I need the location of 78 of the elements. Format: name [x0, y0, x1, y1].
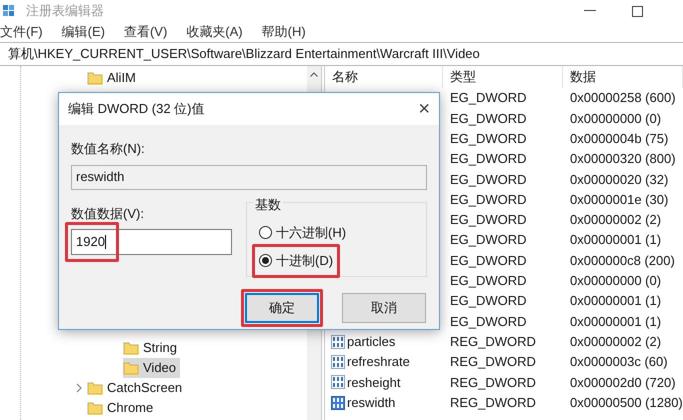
value-data: 0x00000002 (2): [570, 334, 662, 349]
value-data: 0x00000000 (0): [570, 110, 662, 126]
tree-item[interactable]: String: [123, 338, 181, 358]
radio-button[interactable]: [259, 226, 272, 239]
value-name-field[interactable]: reswidth: [71, 164, 427, 190]
folder-icon: [123, 341, 139, 355]
chevron-icon[interactable]: [75, 383, 83, 393]
value-data: 0x00000258 (600): [570, 90, 676, 106]
value-data: 0x00000020 (32): [570, 172, 668, 187]
highlight-frame: [65, 222, 119, 262]
value-data: 0x0000001e (30): [570, 192, 668, 207]
value-data: 0x0000003c (60): [570, 354, 668, 370]
menu-item[interactable]: 文件(F): [0, 22, 43, 42]
value-name[interactable]: reswidth: [347, 392, 396, 412]
value-data: 0x0000004b (75): [570, 130, 668, 146]
value-type: EG_DWORD: [450, 192, 527, 207]
value-data: 0x000000c8 (200): [570, 252, 675, 268]
menu-item[interactable]: 帮助(H): [262, 22, 306, 42]
menu-item[interactable]: 收藏夹(A): [186, 22, 243, 42]
value-name[interactable]: resheight: [347, 372, 400, 392]
value-name[interactable]: particles: [347, 332, 396, 352]
value-data: 0x00000001 (1): [570, 314, 662, 329]
radio-button[interactable]: [259, 254, 272, 268]
binary-value-icon: [331, 334, 345, 349]
value-type: REG_DWORD: [450, 334, 536, 349]
address-bar[interactable]: 算机\HKEY_CURRENT_USER\Software\Blizzard Entertainment\Warcraft III\Video: [8, 44, 480, 64]
menu-item[interactable]: 编辑(E): [62, 22, 105, 42]
folder-icon: [87, 71, 103, 85]
maximize-icon[interactable]: [632, 6, 643, 16]
field-label: 数值数据(V):: [71, 204, 145, 223]
value-data-field[interactable]: 1920: [71, 229, 232, 255]
value-data: 0x00000500 (1280): [570, 394, 683, 410]
dialog-button[interactable]: 确定: [245, 292, 319, 322]
value-data: 0x000002d0 (720): [570, 374, 676, 390]
field-label: 数值名称(N):: [71, 140, 146, 158]
value-type: EG_DWORD: [450, 252, 527, 268]
tree-item[interactable]: Chrome: [87, 398, 158, 418]
value-data: 0x00000001 (1): [570, 232, 662, 248]
menu-item[interactable]: 查看(V): [124, 22, 168, 42]
column-header[interactable]: 名称: [325, 66, 443, 88]
value-data: 0x00000001 (1): [570, 293, 662, 308]
value-type: REG_DWORD: [450, 394, 536, 410]
binary-value-icon: [331, 355, 345, 369]
column-header[interactable]: 数据: [563, 66, 683, 88]
minimize-icon[interactable]: [584, 10, 596, 12]
value-data: 0x00000000 (0): [570, 273, 662, 288]
value-type: EG_DWORD: [450, 151, 527, 166]
tree-item[interactable]: Video: [123, 358, 180, 378]
folder-icon: [87, 401, 103, 415]
value-type: EG_DWORD: [450, 293, 527, 308]
value-type: REG_DWORD: [450, 354, 536, 370]
close-button[interactable]: ×: [418, 99, 430, 119]
binary-value-icon: [331, 375, 345, 390]
tree-item[interactable]: AliIM: [87, 68, 140, 88]
folder-icon: [87, 381, 103, 395]
value-type: EG_DWORD: [450, 212, 527, 228]
value-name[interactable]: refreshrate: [347, 352, 410, 372]
dialog-button[interactable]: 取消: [342, 292, 426, 322]
value-type: EG_DWORD: [450, 110, 527, 126]
registry-app-icon: [2, 3, 16, 19]
folder-icon: [123, 361, 139, 375]
value-type: EG_DWORD: [450, 90, 527, 106]
value-data: 0x00000320 (800): [570, 151, 676, 166]
value-type: EG_DWORD: [450, 273, 527, 288]
binary-value-icon: [331, 396, 345, 410]
dialog-title: 编辑 DWORD (32 位)值: [68, 100, 204, 118]
value-type: EG_DWORD: [450, 172, 527, 187]
window-title: 注册表编辑器: [26, 2, 104, 20]
value-type: REG_DWORD: [450, 374, 536, 390]
value-type: EG_DWORD: [450, 232, 527, 248]
tree-item[interactable]: CatchScreen: [87, 378, 186, 398]
radio-option[interactable]: 十六进制(H): [259, 222, 346, 242]
value-data: 0x00000002 (2): [570, 212, 662, 228]
radio-option[interactable]: 十进制(D): [259, 251, 334, 270]
value-type: EG_DWORD: [450, 130, 527, 146]
column-header[interactable]: 类型: [443, 66, 563, 88]
caret-up-icon[interactable]: [310, 72, 318, 77]
value-type: EG_DWORD: [450, 314, 527, 329]
